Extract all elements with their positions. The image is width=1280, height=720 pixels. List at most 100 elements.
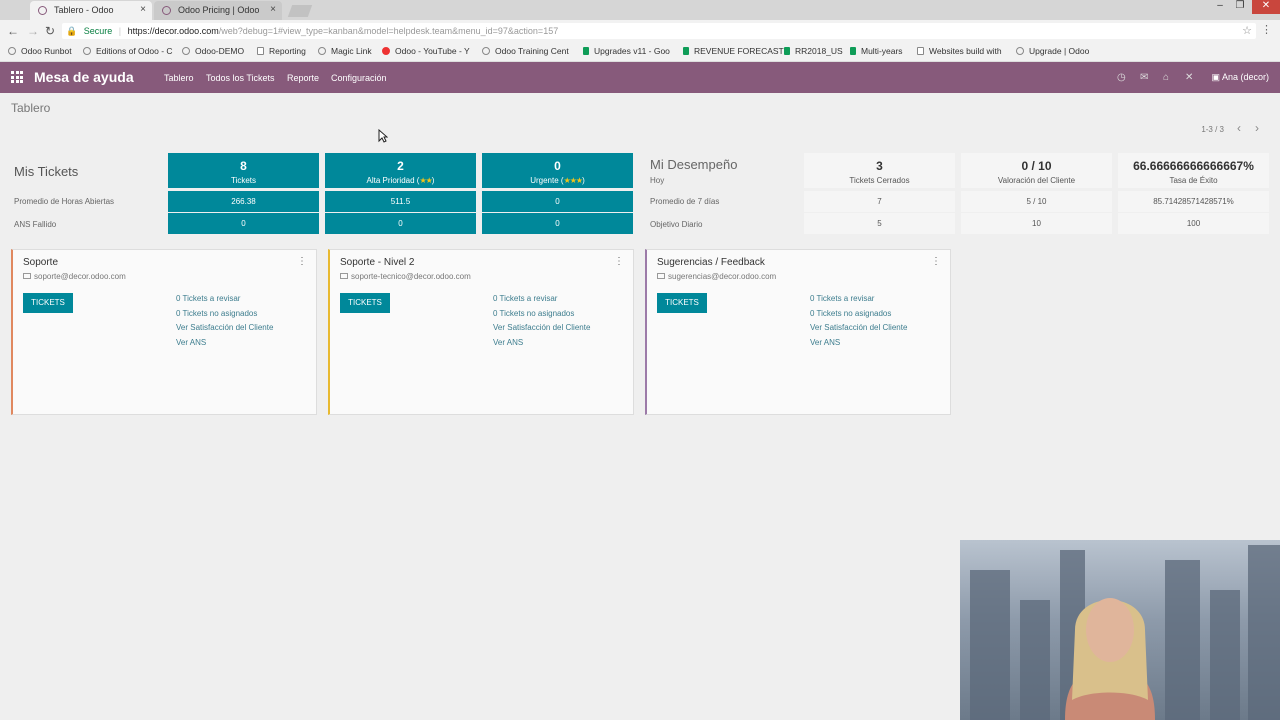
tickets-button[interactable]: TICKETS [657, 293, 707, 313]
debug-tools-icon[interactable]: ✕ [1185, 72, 1193, 83]
new-tab-button[interactable] [287, 5, 313, 17]
url-input[interactable]: 🔒 Secure | https://decor.odoo.com/web?de… [62, 23, 1256, 39]
sla-failed-cell[interactable]: 0 [325, 213, 476, 234]
bookmark-item[interactable]: Upgrades v11 - Goo [583, 46, 670, 56]
maximize-icon[interactable]: ❐ [1230, 0, 1250, 14]
bookmark-item[interactable]: REVENUE FORECAST [683, 46, 784, 56]
menu-configuracion[interactable]: Configuración [331, 73, 387, 83]
tickets-button[interactable]: TICKETS [340, 293, 390, 313]
close-tab-icon[interactable]: × [270, 1, 276, 19]
bookmark-item[interactable]: Odoo - YouTube - Y [382, 46, 470, 56]
window-close-icon[interactable]: ✕ [1252, 0, 1280, 14]
customer-satisfaction-link[interactable]: Ver Satisfacción del Cliente [493, 323, 590, 332]
avatar: ▣ [1211, 72, 1222, 82]
team-email: sugerencias@decor.odoo.com [657, 272, 776, 281]
spreadsheet-icon [583, 47, 589, 55]
team-card-soporte[interactable]: Soporte soporte@decor.odoo.com ⋮ TICKETS… [11, 249, 317, 415]
minimize-icon[interactable]: – [1210, 0, 1230, 14]
bookmark-item[interactable]: Editions of Odoo - C [83, 46, 173, 56]
bookmark-item[interactable]: Reporting [257, 46, 306, 56]
kebab-menu-icon[interactable]: ⋮ [614, 256, 624, 267]
chevron-right-icon[interactable]: › [1255, 121, 1259, 135]
tickets-to-review-link[interactable]: 0 Tickets a revisar [176, 294, 240, 303]
graduation-cap-icon [482, 47, 490, 55]
team-card-soporte-nivel-2[interactable]: Soporte - Nivel 2 soporte-tecnico@decor.… [328, 249, 634, 415]
menu-reporte[interactable]: Reporte [287, 73, 319, 83]
star-icon: ★★ [419, 176, 432, 185]
helpdesk-dashboard: Mis Tickets Promedio de Horas Abiertas A… [0, 140, 1280, 240]
browser-menu-icon[interactable]: ⋮ [1261, 23, 1272, 36]
perf-goal-cell: 10 [961, 213, 1112, 234]
browser-tab-pricing[interactable]: Odoo Pricing | Odoo × [154, 1, 282, 20]
unassigned-tickets-link[interactable]: 0 Tickets no asignados [493, 309, 574, 318]
menu-tablero[interactable]: Tablero [164, 73, 194, 83]
back-icon[interactable]: ← [7, 24, 19, 38]
bookmark-item[interactable]: RR2018_US [784, 46, 843, 56]
perf-avg-cell: 85.71428571428571% [1118, 191, 1269, 212]
address-bar-row: ← → ↻ 🔒 Secure | https://decor.odoo.com/… [0, 20, 1280, 42]
browser-tab-tablero[interactable]: Tablero - Odoo × [30, 1, 152, 20]
unassigned-tickets-link[interactable]: 0 Tickets no asignados [810, 309, 891, 318]
sla-link[interactable]: Ver ANS [810, 338, 840, 347]
avg-hours-cell[interactable]: 266.38 [168, 191, 319, 212]
avg-hours-cell[interactable]: 0 [482, 191, 633, 212]
odoo-top-nav: Mesa de ayuda Tablero Todos los Tickets … [0, 62, 1280, 93]
team-name: Sugerencias / Feedback [657, 257, 765, 268]
bookmark-star-icon[interactable]: ☆ [1242, 24, 1252, 37]
apps-grid-icon[interactable] [11, 71, 23, 83]
messages-icon[interactable]: ✉ [1140, 72, 1148, 83]
daily-goal-label: Objetivo Diario [650, 220, 703, 229]
browser-tab-bar: Tablero - Odoo × Odoo Pricing | Odoo × –… [0, 0, 1280, 20]
tile-high-priority[interactable]: 2 Alta Prioridad (★★) [325, 153, 476, 188]
home-icon[interactable]: ⌂ [1163, 72, 1169, 83]
avg-hours-cell[interactable]: 511.5 [325, 191, 476, 212]
secure-label: Secure [83, 26, 113, 36]
tile-my-tickets[interactable]: 8 Tickets [168, 153, 319, 188]
tab-title: Tablero - Odoo [54, 5, 114, 15]
kebab-menu-icon[interactable]: ⋮ [297, 256, 307, 267]
chevron-left-icon[interactable]: ‹ [1237, 121, 1241, 135]
activity-clock-icon[interactable]: ◷ [1117, 72, 1126, 83]
bookmark-icon [318, 47, 326, 55]
customer-satisfaction-link[interactable]: Ver Satisfacción del Cliente [176, 323, 273, 332]
menu-todos-los-tickets[interactable]: Todos los Tickets [206, 73, 275, 83]
success-rate-cell: 66.66666666666667% Tasa de Éxito [1118, 153, 1269, 188]
reload-icon[interactable]: ↻ [45, 24, 55, 38]
tickets-to-review-link[interactable]: 0 Tickets a revisar [493, 294, 557, 303]
closed-tickets-cell: 3 Tickets Cerrados [804, 153, 955, 188]
bookmark-item[interactable]: Odoo-DEMO [182, 46, 244, 56]
sla-link[interactable]: Ver ANS [176, 338, 206, 347]
star-icon: ★★★ [563, 176, 583, 185]
sla-failed-cell[interactable]: 0 [482, 213, 633, 234]
presenter-webcam-video [960, 540, 1280, 720]
url-path: /web?debug=1#view_type=kanban&model=help… [218, 26, 559, 36]
unassigned-tickets-link[interactable]: 0 Tickets no asignados [176, 309, 257, 318]
team-email: soporte@decor.odoo.com [23, 272, 126, 281]
kebab-menu-icon[interactable]: ⋮ [931, 256, 941, 267]
bookmark-icon [8, 47, 16, 55]
seven-day-avg-label: Promedio de 7 días [650, 197, 720, 206]
team-name: Soporte [23, 257, 59, 268]
tickets-button[interactable]: TICKETS [23, 293, 73, 313]
close-tab-icon[interactable]: × [140, 1, 146, 19]
tile-urgent[interactable]: 0 Urgente (★★★) [482, 153, 633, 188]
control-panel: Tablero 1-3 / 3 ‹ › [0, 93, 1280, 140]
bookmark-item[interactable]: Magic Link [318, 46, 372, 56]
bookmark-icon [182, 47, 190, 55]
envelope-icon [340, 273, 348, 279]
customer-satisfaction-link[interactable]: Ver Satisfacción del Cliente [810, 323, 907, 332]
url-host: https://decor.odoo.com [127, 26, 219, 36]
sla-link[interactable]: Ver ANS [493, 338, 523, 347]
bookmark-item[interactable]: Websites build with [917, 46, 1002, 56]
bookmark-item[interactable]: Odoo Runbot [8, 46, 72, 56]
tickets-to-review-link[interactable]: 0 Tickets a revisar [810, 294, 874, 303]
pager-value[interactable]: 1-3 / 3 [1201, 125, 1224, 134]
forward-icon[interactable]: → [27, 24, 39, 38]
youtube-icon [382, 47, 390, 55]
bookmark-item[interactable]: Upgrade | Odoo [1016, 46, 1089, 56]
user-menu[interactable]: ▣ Ana (decor) [1211, 72, 1269, 83]
team-card-sugerencias[interactable]: Sugerencias / Feedback sugerencias@decor… [645, 249, 951, 415]
bookmark-item[interactable]: Odoo Training Cent [482, 46, 569, 56]
bookmark-item[interactable]: Multi-years [850, 46, 903, 56]
sla-failed-cell[interactable]: 0 [168, 213, 319, 234]
